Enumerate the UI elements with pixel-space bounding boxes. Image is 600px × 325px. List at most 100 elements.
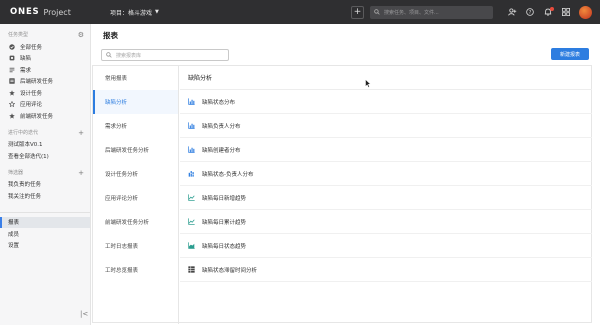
sidebar-item-label: 成员	[8, 231, 20, 238]
report-bug-daily-status[interactable]: 缺陷每日状态趋势	[180, 234, 592, 258]
project-switcher[interactable]: 项目：格斗游戏 ▼	[110, 8, 159, 17]
mouse-cursor-icon	[365, 79, 371, 88]
category-design-analysis[interactable]: 设计任务分析	[93, 162, 178, 186]
bar-chart-icon	[188, 146, 195, 153]
page-title: 报表	[103, 31, 118, 40]
sidebar-item-label: 全部任务	[20, 44, 43, 51]
report-label: 缺陷负责人分布	[202, 123, 241, 130]
report-search-placeholder: 搜索报表库	[116, 52, 142, 59]
report-bug-daily-new[interactable]: 缺陷每日新增趋势	[180, 186, 592, 210]
category-label: 需求分析	[105, 124, 128, 130]
comment-icon	[9, 101, 15, 108]
bug-icon	[9, 55, 15, 61]
sidebar-item-reports[interactable]: 报表	[0, 216, 90, 228]
iterations-header: 进行中的迭代 +	[0, 128, 90, 139]
help-icon[interactable]: ?	[521, 8, 539, 16]
filters-header: 筛选器 +	[0, 168, 90, 179]
sidebar-item-settings[interactable]: 设置	[0, 240, 90, 252]
report-label: 缺陷创建者分布	[202, 147, 241, 154]
category-label: 后端研发任务分析	[105, 148, 150, 154]
add-user-icon[interactable]	[503, 8, 521, 16]
category-worklog-report[interactable]: 工时日志报表	[93, 234, 178, 258]
report-bug-daily-cumulative[interactable]: 缺陷每日累计趋势	[180, 210, 592, 234]
search-icon	[374, 9, 380, 15]
report-bug-status-assignee[interactable]: 缺陷状态-负责人分布	[180, 162, 592, 186]
category-label: 前端研发任务分析	[105, 220, 150, 226]
plus-icon[interactable]: +	[78, 168, 84, 179]
category-requirement-analysis[interactable]: 需求分析	[93, 114, 178, 138]
report-bug-status[interactable]: 缺陷状态分布	[180, 90, 592, 114]
product-name: Project	[43, 7, 71, 17]
brand-name: ONES	[10, 7, 40, 17]
sidebar-item-followed-tasks[interactable]: 我关注的任务	[0, 190, 90, 202]
divider	[0, 211, 90, 213]
line-chart-icon	[188, 218, 195, 225]
requirement-icon	[9, 67, 15, 73]
report-library: 常用报表 缺陷分析 需求分析 后端研发任务分析 设计任务分析 应用评论分析 前端…	[92, 65, 592, 324]
global-search-placeholder: 搜索任务、项目、文件...	[384, 9, 439, 16]
bar-chart-icon	[188, 98, 195, 105]
category-frontend-analysis[interactable]: 前端研发任务分析	[93, 210, 178, 234]
search-icon	[106, 52, 112, 58]
plus-icon[interactable]: +	[78, 128, 84, 139]
sidebar-item-backend-task[interactable]: 后端研发任务	[0, 76, 90, 88]
category-label: 工时总览报表	[105, 268, 139, 274]
sidebar-item-iteration[interactable]: 测试版本V0.1	[0, 139, 90, 151]
sidebar-item-all-iterations[interactable]: 查看全部迭代(1)	[0, 150, 90, 162]
category-common[interactable]: 常用报表	[93, 66, 178, 90]
report-label: 缺陷每日新增趋势	[202, 195, 247, 202]
top-navigation-bar: ONES Project 项目：格斗游戏 ▼ + 搜索任务、项目、文件... ?	[0, 0, 600, 24]
global-search-input[interactable]: 搜索任务、项目、文件...	[370, 5, 493, 19]
report-section-title: 缺陷分析	[180, 66, 592, 90]
report-list: 缺陷分析 缺陷状态分布 缺陷负责人分布 缺陷创建者分布 缺陷状态-负责人分布 缺…	[180, 66, 592, 282]
category-bug-analysis[interactable]: 缺陷分析	[93, 90, 178, 114]
report-label: 缺陷状态分布	[202, 99, 236, 106]
category-label: 应用评论分析	[105, 196, 139, 202]
sidebar-item-frontend-task[interactable]: 前端研发任务	[0, 110, 90, 122]
sidebar-item-requirement[interactable]: 需求	[0, 64, 90, 76]
project-sidebar: 任务类型 ⚙ 全部任务 缺陷 需求 后端研发任务 设计任务 应用评论 前端研发任…	[0, 24, 91, 325]
sidebar-item-label: 测试版本V0.1	[8, 142, 43, 149]
sidebar-item-my-tasks[interactable]: 我负责的任务	[0, 179, 90, 191]
plus-icon[interactable]: +	[351, 5, 364, 19]
category-worktime-overview[interactable]: 工时总览报表	[93, 258, 178, 282]
sidebar-item-label: 后端研发任务	[20, 79, 54, 86]
area-chart-icon	[188, 242, 195, 249]
report-label: 缺陷状态滞留时间分析	[202, 267, 258, 274]
category-backend-analysis[interactable]: 后端研发任务分析	[93, 138, 178, 162]
sidebar-item-bug[interactable]: 缺陷	[0, 53, 90, 65]
category-label: 缺陷分析	[105, 100, 128, 106]
sidebar-item-label: 报表	[8, 220, 20, 227]
sidebar-item-label: 应用评论	[20, 102, 43, 109]
grid-icon[interactable]	[557, 8, 575, 16]
report-bug-status-duration[interactable]: 缺陷状态滞留时间分析	[180, 258, 592, 282]
task-types-header: 任务类型 ⚙	[0, 30, 90, 41]
all-tasks-icon	[9, 44, 15, 50]
task-types-title: 任务类型	[8, 32, 29, 38]
category-label: 常用报表	[105, 76, 128, 82]
gear-icon[interactable]: ⚙	[78, 30, 84, 41]
sidebar-item-members[interactable]: 成员	[0, 228, 90, 240]
category-comment-analysis[interactable]: 应用评论分析	[93, 186, 178, 210]
avatar[interactable]	[579, 5, 592, 19]
report-bug-creator[interactable]: 缺陷创建者分布	[180, 138, 592, 162]
star-icon	[9, 113, 15, 119]
table-icon	[188, 266, 195, 273]
stacked-bar-icon	[188, 170, 195, 177]
app-logo[interactable]: ONES Project	[0, 7, 100, 17]
backend-task-icon	[9, 78, 15, 84]
star-icon	[9, 90, 15, 96]
collapse-sidebar-icon[interactable]: |<	[80, 310, 88, 318]
sidebar-item-label: 我负责的任务	[8, 182, 42, 189]
report-label: 缺陷每日累计趋势	[202, 219, 247, 226]
report-bug-assignee[interactable]: 缺陷负责人分布	[180, 114, 592, 138]
bell-icon[interactable]	[539, 7, 557, 16]
new-report-button[interactable]: 新建报表	[551, 48, 589, 60]
filters-title: 筛选器	[8, 169, 24, 176]
sidebar-item-app-comment[interactable]: 应用评论	[0, 99, 90, 111]
sidebar-item-design-task[interactable]: 设计任务	[0, 87, 90, 99]
sidebar-item-all-tasks[interactable]: 全部任务	[0, 41, 90, 53]
sidebar-item-label: 查看全部迭代(1)	[8, 153, 49, 160]
report-search-input[interactable]: 搜索报表库	[101, 49, 229, 61]
category-label: 工时日志报表	[105, 244, 139, 250]
